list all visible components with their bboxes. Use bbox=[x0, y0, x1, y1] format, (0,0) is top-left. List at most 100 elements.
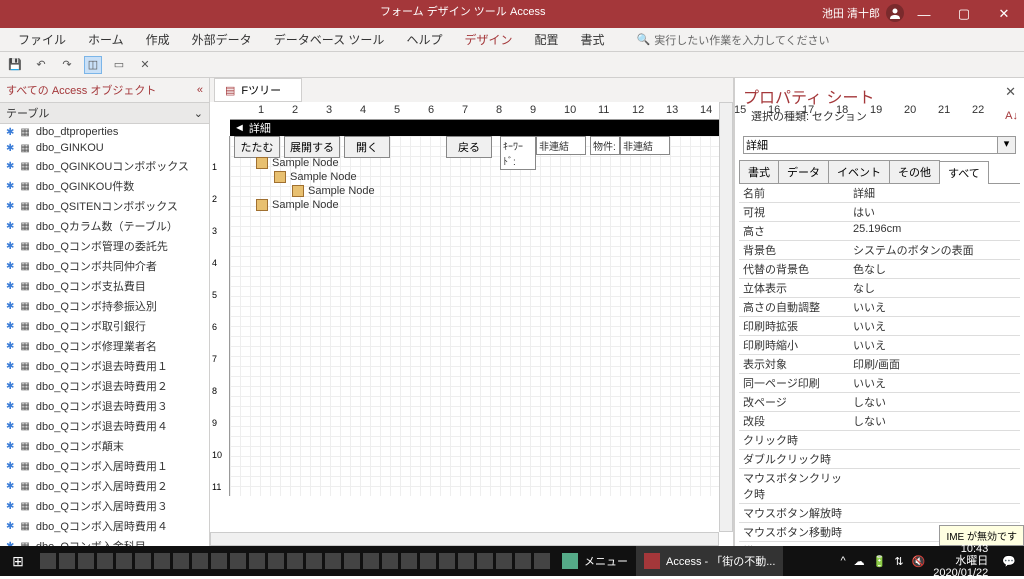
vertical-scrollbar[interactable] bbox=[719, 102, 733, 532]
nav-header[interactable]: すべての Access オブジェクト « bbox=[0, 78, 209, 102]
nav-item[interactable]: ✱▦dbo_Qコンボ共同仲介者 bbox=[0, 256, 209, 276]
nav-item[interactable]: ✱▦dbo_Qコンボ退去時費用４ bbox=[0, 416, 209, 436]
keyword-textbox[interactable]: 非連結 bbox=[536, 136, 586, 155]
property-row[interactable]: 可視はい bbox=[739, 203, 1020, 222]
property-row[interactable]: 高さの自動調整いいえ bbox=[739, 298, 1020, 317]
collapse-icon[interactable]: ⌄ bbox=[194, 107, 203, 120]
property-value[interactable]: いいえ bbox=[849, 317, 1020, 335]
nav-item[interactable]: ✱▦dbo_Qコンボ取引銀行 bbox=[0, 316, 209, 336]
nav-item[interactable]: ✱▦dbo_Qコンボ入居時費用４ bbox=[0, 516, 209, 536]
pinned-icon[interactable] bbox=[192, 553, 208, 569]
tab-create[interactable]: 作成 bbox=[136, 27, 180, 52]
close-small-icon[interactable]: ✕ bbox=[136, 56, 154, 74]
network-icon[interactable]: ⇅ bbox=[894, 555, 903, 568]
pinned-icon[interactable] bbox=[268, 553, 284, 569]
pinned-icon[interactable] bbox=[287, 553, 303, 569]
button-back[interactable]: 戻る bbox=[446, 136, 492, 158]
tray-up-icon[interactable]: ^ bbox=[840, 555, 845, 567]
property-row[interactable]: 印刷時拡張いいえ bbox=[739, 317, 1020, 336]
pinned-icon[interactable] bbox=[363, 553, 379, 569]
tab-home[interactable]: ホーム bbox=[78, 27, 134, 52]
pinned-icon[interactable] bbox=[515, 553, 531, 569]
nav-item[interactable]: ✱▦dbo_Qコンボ退去時費用１ bbox=[0, 356, 209, 376]
property-row[interactable]: 改段しない bbox=[739, 412, 1020, 431]
maximize-button[interactable]: ▢ bbox=[944, 0, 984, 28]
nav-item[interactable]: ✱▦dbo_QGINKOUコンボボックス bbox=[0, 156, 209, 176]
selection-combo[interactable] bbox=[743, 136, 998, 154]
property-grid[interactable]: 名前詳細可視はい高さ25.196cm背景色システムのボタンの表面代替の背景色色な… bbox=[739, 184, 1020, 546]
property-value[interactable]: はい bbox=[849, 203, 1020, 221]
pinned-icon[interactable] bbox=[477, 553, 493, 569]
pinned-icon[interactable] bbox=[78, 553, 94, 569]
property-value[interactable]: いいえ bbox=[849, 298, 1020, 316]
property-value[interactable] bbox=[849, 469, 1020, 503]
user-avatar-icon[interactable] bbox=[886, 4, 904, 22]
tree-node[interactable]: Sample Node bbox=[272, 157, 339, 169]
sort-button[interactable]: A↓ bbox=[1005, 110, 1018, 122]
property-value[interactable]: 印刷/画面 bbox=[849, 355, 1020, 373]
redo-icon[interactable]: ↷ bbox=[58, 56, 76, 74]
property-value[interactable] bbox=[849, 431, 1020, 449]
property-value[interactable]: いいえ bbox=[849, 336, 1020, 354]
property-value[interactable]: なし bbox=[849, 279, 1020, 297]
nav-item[interactable]: ✱▦dbo_Qコンボ入居時費用１ bbox=[0, 456, 209, 476]
ptab-format[interactable]: 書式 bbox=[739, 160, 779, 183]
property-value[interactable]: いいえ bbox=[849, 374, 1020, 392]
chevron-left-icon[interactable]: « bbox=[197, 84, 203, 96]
ptab-data[interactable]: データ bbox=[778, 160, 829, 183]
close-button[interactable]: ✕ bbox=[984, 0, 1024, 28]
property-value[interactable]: 詳細 bbox=[849, 184, 1020, 202]
document-tab[interactable]: ▤ Fツリー bbox=[214, 78, 302, 102]
cloud-icon[interactable]: ☁ bbox=[854, 555, 865, 568]
design-grid[interactable]: たたむ 展開する 開く 戻る ｷｰﾜｰﾄﾞ: 非連結 物件: 非連結 Sampl… bbox=[230, 136, 733, 496]
property-value[interactable]: しない bbox=[849, 412, 1020, 430]
pinned-icon[interactable] bbox=[534, 553, 550, 569]
tree-node[interactable]: Sample Node bbox=[290, 171, 357, 183]
pinned-icon[interactable] bbox=[230, 553, 246, 569]
nav-item[interactable]: ✱▦dbo_Qコンボ入居時費用２ bbox=[0, 476, 209, 496]
pinned-icon[interactable] bbox=[59, 553, 75, 569]
save-icon[interactable]: 💾 bbox=[6, 56, 24, 74]
section-bar-detail[interactable]: ◄ 詳細 bbox=[230, 120, 733, 136]
property-row[interactable]: 印刷時縮小いいえ bbox=[739, 336, 1020, 355]
pinned-icon[interactable] bbox=[401, 553, 417, 569]
button-collapse[interactable]: たたむ bbox=[234, 136, 280, 158]
volume-icon[interactable]: 🔇 bbox=[912, 555, 926, 568]
property-row[interactable]: 表示対象印刷/画面 bbox=[739, 355, 1020, 374]
nav-item[interactable]: ✱▦dbo_Qコンボ入居時費用３ bbox=[0, 496, 209, 516]
tab-help[interactable]: ヘルプ bbox=[396, 27, 452, 52]
pinned-icon[interactable] bbox=[382, 553, 398, 569]
tab-dbtools[interactable]: データベース ツール bbox=[264, 27, 395, 52]
property-row[interactable]: 同一ページ印刷いいえ bbox=[739, 374, 1020, 393]
task-access[interactable]: Access - 「街の不動... bbox=[636, 546, 783, 576]
pinned-icon[interactable] bbox=[306, 553, 322, 569]
pinned-icon[interactable] bbox=[496, 553, 512, 569]
property-row[interactable]: マウスボタン解放時 bbox=[739, 504, 1020, 523]
property-row[interactable]: クリック時 bbox=[739, 431, 1020, 450]
tree-node[interactable]: Sample Node bbox=[272, 199, 339, 211]
nav-item[interactable]: ✱▦dbo_Qコンボ持参振込別 bbox=[0, 296, 209, 316]
form-canvas[interactable]: 1234567891011 たたむ 展開する 開く 戻る ｷｰﾜｰﾄﾞ: 非連結… bbox=[210, 136, 733, 496]
nav-item[interactable]: ✱▦dbo_GINKOU bbox=[0, 140, 209, 156]
nav-item[interactable]: ✱▦dbo_Qコンボ支払費目 bbox=[0, 276, 209, 296]
system-tray[interactable]: ^ ☁ 🔋 ⇅ 🔇 10:43水曜日2020/01/22 💬 bbox=[832, 543, 1024, 579]
tell-me-search[interactable]: 🔍 実行したい作業を入力してください bbox=[637, 32, 830, 48]
property-value[interactable] bbox=[849, 450, 1020, 468]
nav-item[interactable]: ✱▦dbo_dtproperties bbox=[0, 124, 209, 140]
nav-item[interactable]: ✱▦dbo_Qコンボ退去時費用３ bbox=[0, 396, 209, 416]
tree-node[interactable]: Sample Node bbox=[308, 185, 375, 197]
button-open[interactable]: 開く bbox=[344, 136, 390, 158]
property-value[interactable]: 25.196cm bbox=[849, 222, 1020, 240]
ptab-all[interactable]: すべて bbox=[939, 161, 989, 184]
property-value[interactable] bbox=[849, 504, 1020, 522]
treeview-control[interactable]: Sample Node Sample Node Sample Node Samp… bbox=[256, 156, 375, 212]
horizontal-scrollbar[interactable] bbox=[210, 532, 719, 546]
account-area[interactable]: 池田 清十郎 bbox=[822, 4, 904, 22]
property-row[interactable]: 立体表示なし bbox=[739, 279, 1020, 298]
ptab-other[interactable]: その他 bbox=[889, 160, 940, 183]
property-row[interactable]: 代替の背景色色なし bbox=[739, 260, 1020, 279]
view-icon[interactable]: ◫ bbox=[84, 56, 102, 74]
property-value[interactable]: システムのボタンの表面 bbox=[849, 241, 1020, 259]
tab-format[interactable]: 書式 bbox=[570, 27, 614, 52]
pinned-icon[interactable] bbox=[420, 553, 436, 569]
